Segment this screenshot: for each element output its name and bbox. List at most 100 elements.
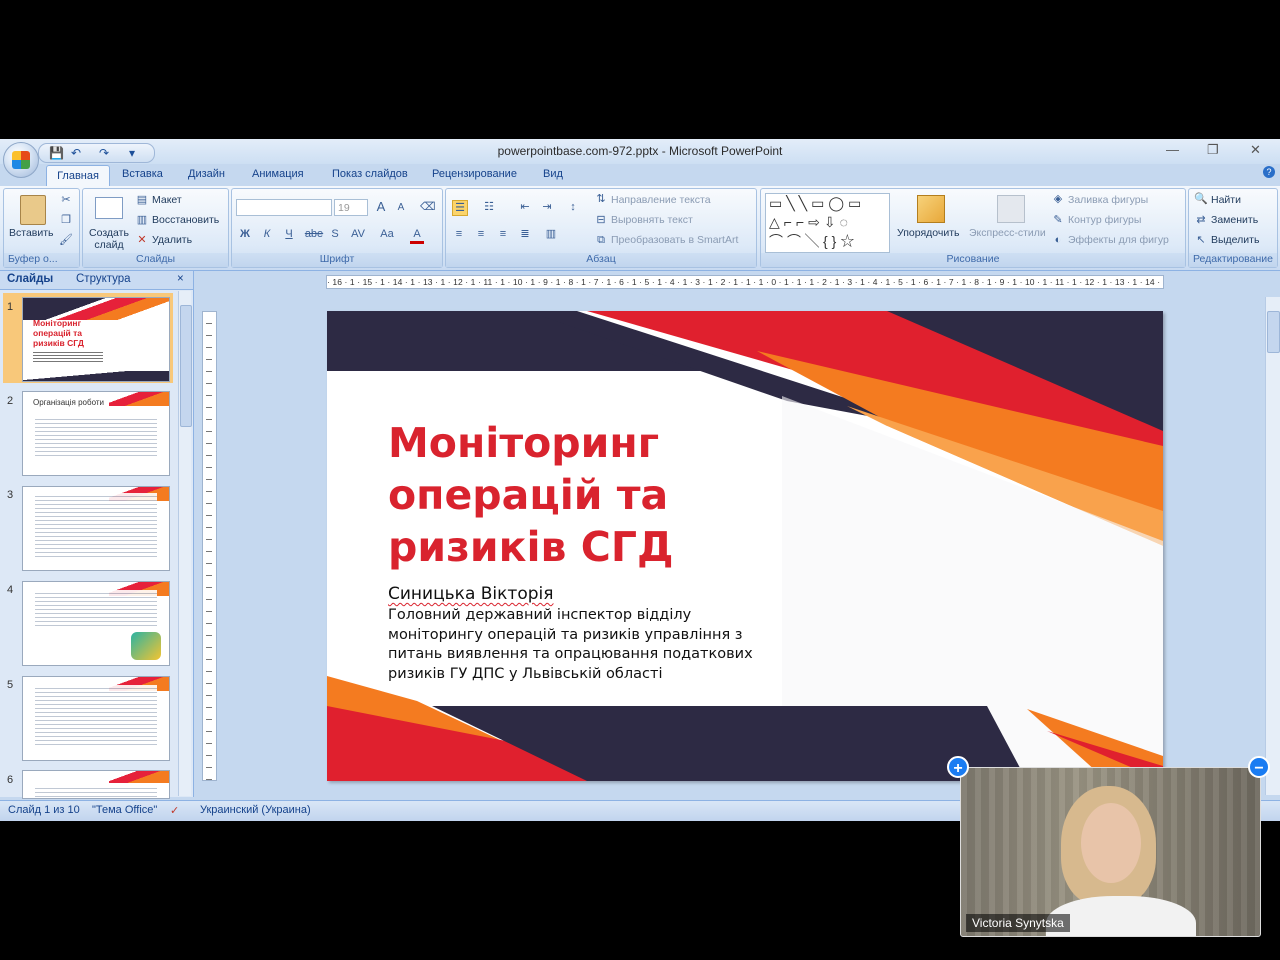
- bullets-icon[interactable]: ☰: [452, 200, 468, 216]
- shadow-button[interactable]: S: [328, 227, 342, 241]
- shape-effects-button[interactable]: Эффекты для фигур: [1068, 234, 1169, 246]
- arrange-icon[interactable]: [917, 195, 945, 223]
- pane-scroll-thumb[interactable]: [180, 305, 192, 427]
- tab-home[interactable]: Главная: [46, 165, 110, 187]
- thumb-text: [35, 590, 157, 628]
- paste-button[interactable]: Вставить: [9, 227, 54, 239]
- scroll-thumb[interactable]: [1267, 311, 1280, 353]
- copy-icon[interactable]: ❐: [59, 213, 73, 227]
- group-paragraph: ☰ ☷ ⇤ ⇥ ↕ ≡ ≡ ≡ ≣ ▥ ⇅ Направление текста…: [445, 188, 757, 268]
- replace-button[interactable]: Заменить: [1211, 214, 1258, 226]
- align-center-icon[interactable]: ≡: [474, 227, 488, 241]
- tab-outline[interactable]: Структура: [76, 273, 131, 285]
- tab-slideshow[interactable]: Показ слайдов: [332, 168, 408, 180]
- slide-thumbnail-5[interactable]: [22, 676, 170, 761]
- vertical-ruler: [202, 311, 217, 781]
- add-button[interactable]: +: [947, 756, 969, 778]
- arrange-button[interactable]: Упорядочить: [897, 227, 959, 239]
- tab-insert[interactable]: Вставка: [122, 168, 163, 180]
- pane-close-icon[interactable]: ×: [177, 273, 184, 285]
- format-painter-icon[interactable]: 🖌: [59, 233, 73, 247]
- reset-button[interactable]: Восстановить: [152, 214, 219, 226]
- redo-icon[interactable]: ↷: [99, 146, 109, 160]
- decrease-indent-icon[interactable]: ⇤: [518, 200, 532, 214]
- align-right-icon[interactable]: ≡: [496, 227, 510, 241]
- numbering-icon[interactable]: ☷: [482, 200, 496, 214]
- smartart-icon: ⧉: [597, 234, 605, 246]
- slide-thumbnail-2[interactable]: Організація роботи: [22, 391, 170, 476]
- shrink-font-button[interactable]: A: [394, 201, 408, 215]
- change-case-button[interactable]: Aa: [378, 227, 396, 241]
- paste-icon[interactable]: [20, 195, 46, 225]
- vertical-scrollbar[interactable]: [1265, 297, 1280, 795]
- quick-styles-button[interactable]: Экспресс-стили: [969, 227, 1046, 239]
- cut-icon[interactable]: ✂: [59, 193, 73, 207]
- customize-qat-icon[interactable]: ▾: [129, 146, 135, 160]
- group-label: Абзац: [446, 253, 756, 267]
- remove-button[interactable]: −: [1248, 756, 1270, 778]
- slide-canvas[interactable]: Моніторинг операцій та ризиків СГД Синиц…: [327, 311, 1163, 781]
- columns-icon[interactable]: ▥: [544, 227, 558, 241]
- window-title: powerpointbase.com-972.pptx - Microsoft …: [497, 144, 783, 158]
- layout-button[interactable]: Макет: [152, 194, 182, 206]
- slide-thumbnail-1[interactable]: Моніторинг операцій та ризиків СГД: [22, 297, 170, 382]
- font-size-field[interactable]: 19: [334, 199, 368, 216]
- theme-name: "Тема Office": [92, 804, 158, 816]
- bold-button[interactable]: Ж: [238, 227, 252, 241]
- new-slide-icon[interactable]: [95, 197, 123, 219]
- slide-thumbnail-3[interactable]: [22, 486, 170, 571]
- align-left-icon[interactable]: ≡: [452, 227, 466, 241]
- find-icon: 🔍: [1194, 193, 1208, 205]
- tab-review[interactable]: Рецензирование: [432, 168, 517, 180]
- slide-author-position[interactable]: Головний державний інспектор відділу мон…: [388, 606, 768, 684]
- minimize-button[interactable]: —: [1166, 142, 1179, 157]
- font-name-field[interactable]: [236, 199, 332, 216]
- find-button[interactable]: Найти: [1211, 194, 1241, 206]
- underline-button[interactable]: Ч: [282, 227, 296, 241]
- text-direction-button[interactable]: Направление текста: [611, 194, 711, 206]
- help-icon[interactable]: ?: [1263, 166, 1275, 178]
- group-font: 19 A A ⌫ Ж К Ч abe S AV Aa A Шрифт: [231, 188, 443, 268]
- pane-scrollbar[interactable]: [178, 291, 192, 796]
- slide-thumbnail-4[interactable]: [22, 581, 170, 666]
- delete-button[interactable]: Удалить: [152, 234, 192, 246]
- spacing-button[interactable]: AV: [348, 227, 368, 241]
- slide-thumbnail-6[interactable]: [22, 770, 170, 799]
- participant-name: Victoria Synytska: [966, 914, 1070, 932]
- increase-indent-icon[interactable]: ⇥: [540, 200, 554, 214]
- slide-title[interactable]: Моніторинг операцій та ризиків СГД: [388, 417, 748, 573]
- clear-format-icon[interactable]: ⌫: [420, 200, 436, 214]
- tab-animation[interactable]: Анимация: [252, 168, 304, 180]
- new-slide-button[interactable]: Создать слайд: [89, 227, 129, 251]
- tab-view[interactable]: Вид: [543, 168, 563, 180]
- thumb-decoration: [109, 771, 169, 783]
- tab-design[interactable]: Дизайн: [188, 168, 225, 180]
- shape-fill-button[interactable]: Заливка фигуры: [1068, 194, 1148, 206]
- thumb-decoration: [23, 371, 169, 381]
- align-text-button[interactable]: Выровнять текст: [611, 214, 693, 226]
- save-icon[interactable]: 💾: [49, 146, 64, 160]
- office-button[interactable]: [3, 142, 39, 178]
- line-spacing-icon[interactable]: ↕: [566, 200, 580, 214]
- italic-button[interactable]: К: [260, 227, 274, 241]
- strike-button[interactable]: abe: [304, 227, 324, 241]
- tab-slides[interactable]: Слайды: [7, 273, 53, 285]
- quick-styles-icon[interactable]: [997, 195, 1025, 223]
- powerpoint-window: powerpointbase.com-972.pptx - Microsoft …: [0, 139, 1280, 821]
- slide-author-name[interactable]: Синицька Вікторія: [388, 584, 553, 604]
- justify-icon[interactable]: ≣: [518, 227, 532, 241]
- select-button[interactable]: Выделить: [1211, 234, 1259, 246]
- thumb-number: 2: [7, 395, 14, 407]
- language-indicator[interactable]: Украинский (Украина): [200, 804, 311, 816]
- close-button[interactable]: ✕: [1250, 142, 1261, 158]
- spellcheck-icon[interactable]: ✓: [170, 804, 179, 817]
- restore-button[interactable]: ❐: [1207, 142, 1219, 158]
- undo-icon[interactable]: ↶: [71, 146, 81, 160]
- shapes-gallery[interactable]: ▭╲╲▭◯▭ △⌐⌐⇨⇩◌ ⌒⌒╲{}☆: [765, 193, 890, 253]
- shape-outline-button[interactable]: Контур фигуры: [1068, 214, 1141, 226]
- thumb-number: 3: [7, 489, 14, 501]
- font-color-button[interactable]: A: [410, 227, 424, 244]
- grow-font-button[interactable]: A: [374, 200, 388, 214]
- smartart-button[interactable]: Преобразовать в SmartArt: [611, 234, 738, 246]
- participant-video[interactable]: Victoria Synytska: [960, 767, 1261, 937]
